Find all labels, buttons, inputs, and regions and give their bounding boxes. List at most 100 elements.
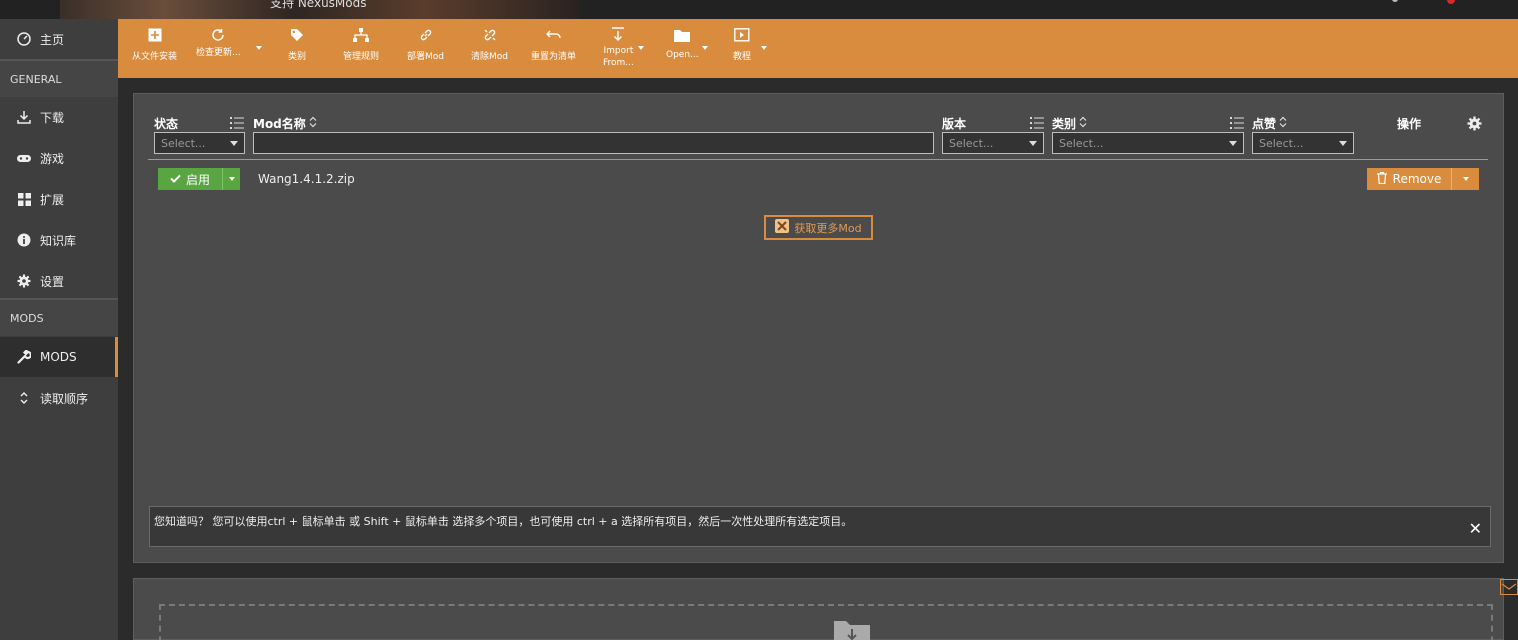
link-icon — [419, 25, 433, 45]
sidebar-item-label: 知识库 — [40, 233, 77, 248]
import-dropdown-icon[interactable] — [638, 46, 644, 50]
status-dropdown-button[interactable] — [222, 168, 240, 190]
open-button[interactable]: Open... — [666, 25, 699, 61]
chevron-down-icon — [1229, 141, 1237, 146]
header-label: 操作 — [1397, 117, 1422, 131]
toolbar-label: 类别 — [288, 52, 307, 62]
folder-icon — [674, 25, 691, 45]
header-label: 版本 — [942, 117, 967, 131]
header-divider — [148, 159, 1488, 160]
sidebar-item-mods[interactable]: MODS — [0, 337, 118, 377]
sidebar-item-home[interactable]: 主页 — [0, 19, 118, 59]
grid-icon — [16, 191, 32, 207]
header-version[interactable]: 版本 — [942, 115, 966, 132]
mods-panel: 状态 Mod名称 版本 类别 点赞 操作 Select... Select...… — [133, 93, 1504, 563]
categories-button[interactable]: 类别 — [288, 25, 306, 63]
tutorials-button[interactable]: 教程 — [733, 25, 751, 63]
sort-icon — [16, 390, 32, 406]
toolbar-label: 部署Mod — [407, 52, 444, 62]
header-actions: 操作 — [1397, 115, 1421, 132]
actions-dropdown-button[interactable] — [1451, 168, 1479, 190]
toolbar-label: Import — [603, 46, 634, 56]
header-status[interactable]: 状态 — [154, 115, 178, 132]
sort-icon — [1079, 116, 1087, 131]
drop-zone[interactable] — [159, 604, 1493, 640]
gear-icon — [16, 273, 32, 289]
section-general: GENERAL — [0, 59, 118, 97]
sidebar-item-label: 扩展 — [40, 192, 65, 207]
close-icon[interactable]: ✕ — [1469, 521, 1482, 537]
reset-to-manifest-button[interactable]: 重置为清单 — [531, 25, 576, 63]
unlink-icon — [483, 25, 497, 45]
install-from-file-button[interactable]: 从文件安装 — [132, 25, 177, 63]
sidebar-item-settings[interactable]: 设置 — [0, 261, 118, 301]
status-filter-select[interactable]: Select... — [154, 132, 245, 154]
sidebar-item-label: 读取顺序 — [40, 391, 89, 406]
remove-button-group[interactable]: Remove — [1367, 168, 1479, 190]
toolbar: 从文件安装 检查更新... 类别 管理规则 部署Mod 清除Mod 重置为清单 … — [118, 19, 1518, 78]
download-icon — [16, 109, 32, 125]
header-category[interactable]: 类别 — [1052, 115, 1087, 132]
mod-name-cell[interactable]: Wang1.4.1.2.zip — [258, 172, 355, 186]
sidebar: 主页 GENERAL 下载 游戏 扩展 知识库 设置 MODS MODS 读取顺… — [0, 19, 118, 640]
sidebar-item-load-order[interactable]: 读取顺序 — [0, 378, 118, 418]
wrench-icon — [16, 349, 32, 365]
sidebar-item-label: 主页 — [40, 32, 65, 47]
header-label: 类别 — [1052, 117, 1077, 131]
toolbar-label: Open... — [666, 50, 699, 60]
chevron-down-icon — [228, 177, 235, 181]
tag-icon — [290, 25, 304, 45]
endorse-filter-select[interactable]: Select... — [1252, 132, 1354, 154]
get-more-mods-button[interactable]: 获取更多Mod — [764, 215, 873, 240]
dashboard-icon — [16, 31, 32, 47]
header-label: Mod名称 — [253, 117, 306, 131]
import-from-button[interactable]: Import From... — [603, 25, 634, 69]
check-updates-button[interactable]: 检查更新... — [196, 25, 241, 59]
gear-icon[interactable] — [1467, 116, 1482, 135]
header-mod-name[interactable]: Mod名称 — [253, 115, 317, 132]
folder-download-icon — [834, 617, 870, 640]
toolbar-label: 清除Mod — [471, 52, 508, 62]
banner-text[interactable]: 支持 NexusMods — [270, 0, 367, 11]
mod-status-toggle[interactable]: 启用 — [158, 168, 240, 190]
version-filter-select[interactable]: Select... — [942, 132, 1044, 154]
import-icon — [611, 25, 625, 45]
sidebar-item-downloads[interactable]: 下载 — [0, 97, 118, 137]
status-label: 启用 — [185, 172, 210, 187]
check-icon — [170, 172, 181, 186]
header-endorsements[interactable]: 点赞 — [1252, 115, 1287, 132]
open-dropdown-icon[interactable] — [702, 46, 708, 50]
chevron-down-icon — [1029, 141, 1037, 146]
sidebar-item-games[interactable]: 游戏 — [0, 138, 118, 178]
category-filter-select[interactable]: Select... — [1052, 132, 1244, 154]
nexus-logo-icon — [775, 219, 790, 236]
plus-square-icon — [148, 25, 162, 45]
sidebar-item-label: 设置 — [40, 274, 65, 289]
tutorials-dropdown-icon[interactable] — [761, 46, 767, 50]
remove-button[interactable]: Remove — [1367, 168, 1451, 190]
sort-icon — [1279, 116, 1287, 131]
sidebar-item-extensions[interactable]: 扩展 — [0, 179, 118, 219]
video-icon — [734, 25, 750, 45]
remove-label: Remove — [1392, 172, 1442, 186]
toolbar-label: 从文件安装 — [132, 52, 178, 62]
tip-box: 您知道吗？ 您可以使用ctrl + 鼠标单击 或 Shift + 鼠标单击 选择… — [149, 506, 1491, 547]
select-value: Select... — [949, 136, 994, 150]
section-mods: MODS — [0, 298, 118, 336]
toolbar-label: 管理规则 — [343, 52, 380, 62]
sidebar-item-label: 下载 — [40, 110, 65, 125]
mail-icon[interactable] — [1500, 579, 1518, 595]
refresh-icon — [211, 25, 225, 45]
mod-name-filter-input[interactable] — [253, 132, 934, 154]
user-icon[interactable] — [1392, 0, 1398, 2]
sidebar-item-knowledge-base[interactable]: 知识库 — [0, 220, 118, 260]
enable-button[interactable]: 启用 — [158, 168, 222, 190]
tip-text: 您知道吗？ 您可以使用ctrl + 鼠标单击 或 Shift + 鼠标单击 选择… — [154, 515, 853, 528]
deploy-mods-button[interactable]: 部署Mod — [407, 25, 444, 63]
notification-icon[interactable] — [1447, 0, 1455, 4]
manage-rules-button[interactable]: 管理规则 — [343, 25, 379, 63]
purge-mods-button[interactable]: 清除Mod — [471, 25, 508, 63]
header-label: 点赞 — [1252, 117, 1277, 131]
get-more-label: 获取更多Mod — [794, 221, 862, 235]
check-updates-dropdown-icon[interactable] — [256, 46, 262, 50]
